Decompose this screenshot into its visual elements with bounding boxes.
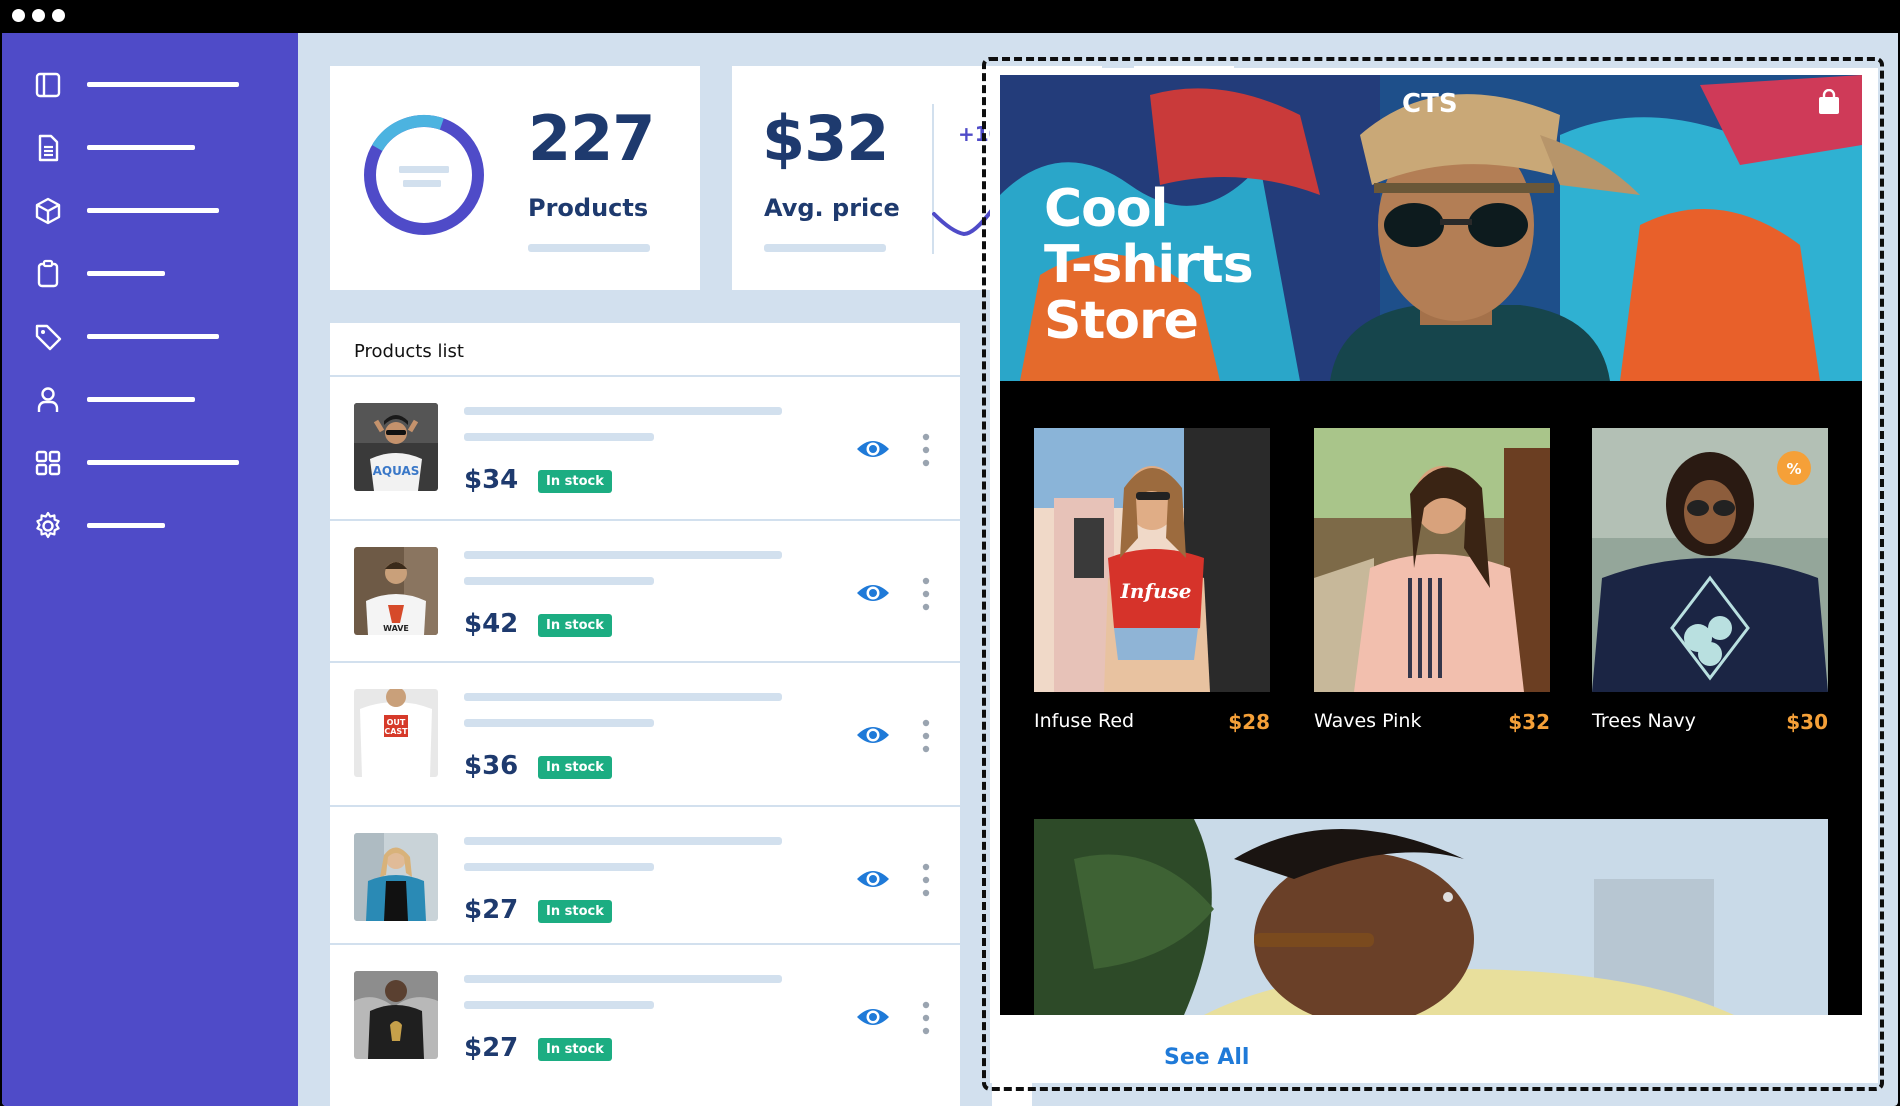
svg-text:WAVE: WAVE — [383, 624, 409, 633]
product-title-placeholder — [464, 693, 782, 701]
donut-line-1 — [399, 166, 449, 173]
products-label: Products — [528, 194, 649, 222]
table-row[interactable]: $27 In stock — [330, 943, 960, 1083]
products-list-title: Products list — [354, 341, 464, 362]
product-title-placeholder — [464, 551, 782, 559]
avg-price-value: $32 — [762, 102, 889, 175]
eye-icon[interactable] — [856, 437, 890, 461]
products-list-panel: Products list AQUAS $34 In stock WAVE $4… — [330, 323, 960, 1106]
box-icon — [35, 197, 61, 225]
product-title-placeholder — [464, 837, 782, 845]
sidebar-item-settings[interactable] — [32, 510, 272, 542]
product-subtitle-placeholder — [464, 719, 654, 727]
table-row[interactable]: OUT CAST $36 In stock — [330, 661, 960, 801]
product-subtitle-placeholder — [464, 1001, 654, 1009]
stock-badge: In stock — [538, 1038, 612, 1061]
sidebar-item-label — [87, 397, 195, 402]
stat-placeholder-bar — [764, 244, 886, 252]
tag-icon — [35, 324, 62, 351]
sidebar-item-label — [87, 145, 195, 150]
eye-icon[interactable] — [856, 581, 890, 605]
donut-chart — [364, 115, 484, 235]
product-price: $34 — [464, 465, 519, 495]
donut-line-2 — [403, 180, 441, 187]
window-dot-1[interactable] — [12, 9, 25, 22]
sidebar — [2, 33, 298, 1106]
svg-text:OUT: OUT — [387, 718, 406, 727]
gear-icon — [36, 511, 60, 539]
more-options-icon[interactable] — [922, 433, 930, 467]
sidebar-item-label — [87, 271, 165, 276]
product-subtitle-placeholder — [464, 577, 654, 585]
svg-text:CAST: CAST — [384, 727, 408, 736]
product-thumbnail[interactable] — [354, 833, 438, 921]
product-thumbnail[interactable] — [354, 971, 438, 1059]
product-thumbnail[interactable]: OUT CAST — [354, 689, 438, 777]
stock-badge: In stock — [538, 900, 612, 923]
stock-badge: In stock — [538, 614, 612, 637]
product-subtitle-placeholder — [464, 863, 654, 871]
sidebar-item-label — [87, 208, 219, 213]
product-thumbnail[interactable]: AQUAS — [354, 403, 438, 491]
sidebar-item-label — [87, 460, 239, 465]
products-stat-card[interactable]: 227 Products — [330, 66, 700, 290]
product-price: $27 — [464, 895, 519, 925]
window-dot-2[interactable] — [32, 9, 45, 22]
more-options-icon[interactable] — [922, 719, 930, 753]
product-price: $36 — [464, 751, 519, 781]
product-thumbnail[interactable]: WAVE — [354, 547, 438, 635]
product-price: $42 — [464, 609, 519, 639]
sidebar-item-products[interactable] — [32, 195, 272, 227]
more-options-icon[interactable] — [922, 1001, 930, 1035]
sidebar-item-label — [87, 523, 165, 528]
product-price: $27 — [464, 1033, 519, 1063]
sidebar-item-documents[interactable] — [32, 132, 272, 164]
preview-selection-frame — [982, 57, 1884, 1091]
table-row[interactable]: WAVE $42 In stock — [330, 519, 960, 659]
sidebar-item-apps[interactable] — [32, 447, 272, 479]
eye-icon[interactable] — [856, 867, 890, 891]
sidebar-item-label — [87, 334, 219, 339]
svg-text:AQUAS: AQUAS — [373, 464, 420, 478]
table-row[interactable]: $27 In stock — [330, 805, 960, 945]
sidebar-item-label — [87, 82, 239, 87]
sidebar-item-customers[interactable] — [32, 384, 272, 416]
window-titlebar — [0, 0, 1900, 33]
donut-segment — [364, 115, 484, 235]
user-icon — [37, 387, 59, 412]
eye-icon[interactable] — [856, 1005, 890, 1029]
product-title-placeholder — [464, 975, 782, 983]
stock-badge: In stock — [538, 756, 612, 779]
sidebar-panel-icon — [35, 72, 61, 98]
stat-placeholder-bar — [528, 244, 650, 252]
stock-badge: In stock — [538, 470, 612, 493]
avg-price-label: Avg. price — [764, 194, 900, 222]
window-dot-3[interactable] — [52, 9, 65, 22]
sidebar-item-tags[interactable] — [32, 321, 272, 353]
products-count: 227 — [528, 102, 655, 175]
product-title-placeholder — [464, 407, 782, 415]
document-icon — [38, 134, 59, 162]
eye-icon[interactable] — [856, 723, 890, 747]
product-subtitle-placeholder — [464, 433, 654, 441]
table-row[interactable]: AQUAS $34 In stock — [330, 375, 960, 515]
clipboard-icon — [37, 259, 59, 288]
sidebar-item-orders[interactable] — [32, 258, 272, 290]
app-window: 227 Products $32 Avg. price +10 Products… — [2, 33, 1898, 1106]
more-options-icon[interactable] — [922, 863, 930, 897]
more-options-icon[interactable] — [922, 577, 930, 611]
sidebar-item-dashboard[interactable] — [32, 69, 272, 101]
grid-icon — [35, 450, 61, 476]
